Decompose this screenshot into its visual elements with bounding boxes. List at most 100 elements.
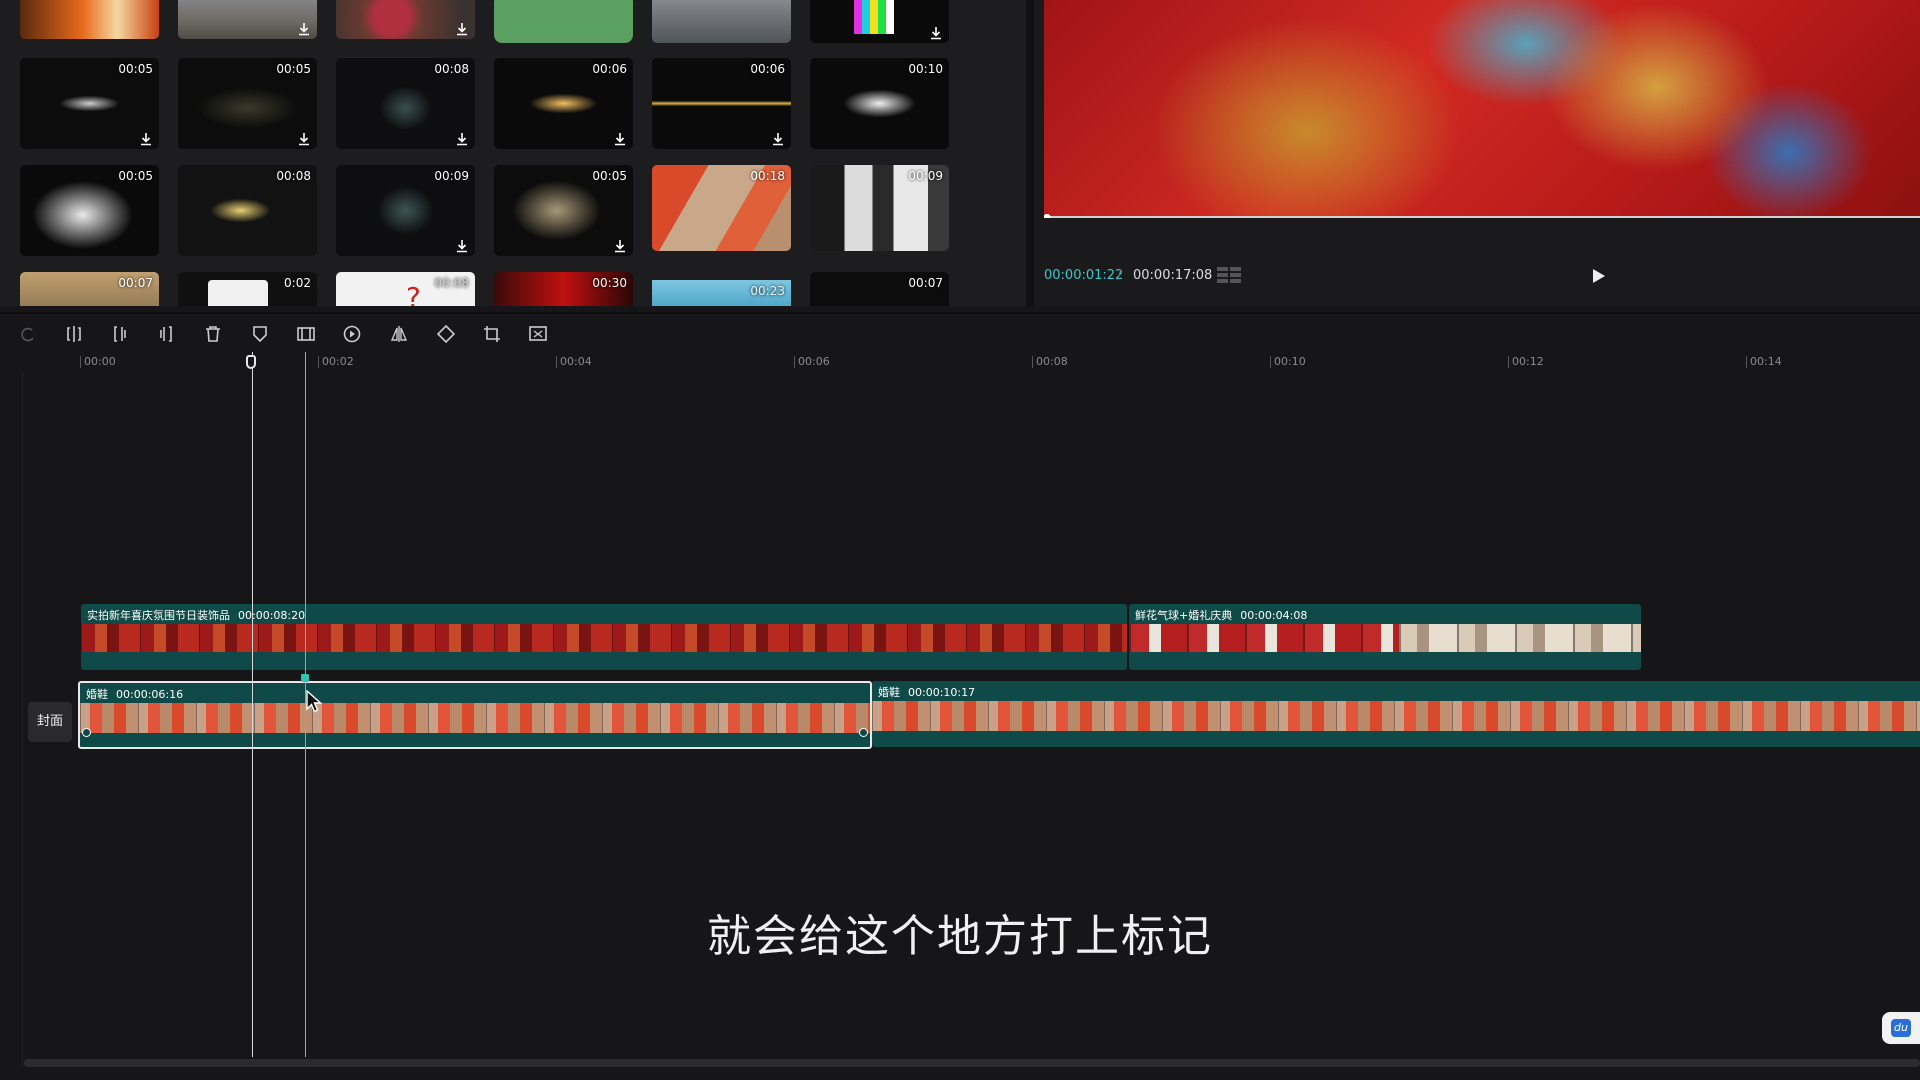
clip-thumbnail-strip [81,624,1127,652]
ruler-tick: 00:10 [1270,356,1306,368]
clip-label: 婚鞋 00:00:06:16 [86,686,183,702]
library-thumb[interactable]: 00:09 [336,165,475,256]
rotate-icon[interactable] [436,324,456,344]
library-thumb[interactable]: 00:07 [20,272,159,306]
mirror-icon[interactable] [389,324,409,344]
clip-duration: 00:06 [750,62,785,76]
library-thumb[interactable]: 0:02 [178,272,317,306]
library-thumb[interactable] [810,0,949,43]
clip-duration: 00:30 [592,276,627,290]
library-thumb[interactable]: 00:23 [652,280,791,306]
panel-divider[interactable] [1026,0,1034,306]
clip-duration: 00:18 [750,169,785,183]
total-time: 00:00:17:08 [1133,268,1213,283]
delete-icon[interactable] [203,324,223,344]
timeline-tracks[interactable]: 实拍新年喜庆氛围节日装饰品 00:00:08:20 鲜花气球+婚礼庆典 00:00:… [0,352,1920,1067]
clip-duration: 00:00:04:08 [1240,609,1308,622]
trim-right-icon[interactable] [156,324,176,344]
library-thumb[interactable]: 00:06 [494,58,633,149]
preview-scrubber-handle[interactable] [1044,214,1051,218]
cover-button[interactable]: 封面 [28,702,72,742]
library-thumb[interactable]: 00:09 [810,165,949,251]
library-thumb[interactable]: 00:07 [810,272,949,306]
library-thumb[interactable]: 00:10 [810,58,949,149]
download-icon[interactable] [455,132,469,146]
clip-duration: 00:06 [592,62,627,76]
clip-duration: 00:05 [592,169,627,183]
download-icon[interactable] [613,132,627,146]
preview-scrubber[interactable] [1044,216,1920,218]
grid-icon[interactable] [1216,266,1242,288]
download-icon[interactable] [297,132,311,146]
ruler-tick: 00:06 [794,356,830,368]
library-thumb[interactable]: 00:30 [494,272,633,306]
clip-duration: 00:08 [434,276,469,290]
clip-duration: 00:08 [276,169,311,183]
library-thumb[interactable]: 00:08 [336,58,475,149]
clip-duration: 00:00:08:20 [238,609,306,622]
preview-video[interactable] [1044,0,1920,218]
clip-duration: 00:08 [434,62,469,76]
playhead-handle[interactable] [246,355,256,369]
library-thumb[interactable]: 00:06 [652,58,791,149]
undo-icon[interactable] [18,324,38,344]
clip-title: 鲜花气球+婚礼庆典 [1135,609,1233,622]
clip-trim-handle-left[interactable] [82,728,91,737]
clip-duration: 00:09 [434,169,469,183]
remove-bg-icon[interactable] [528,324,548,344]
library-thumb[interactable] [336,0,475,39]
reverse-icon[interactable] [342,324,362,344]
play-button[interactable] [1592,268,1606,288]
library-thumb[interactable] [494,0,633,43]
clip-upper-1[interactable]: 实拍新年喜庆氛围节日装饰品 00:00:08:20 [81,604,1127,670]
split-icon[interactable] [64,324,84,344]
library-thumb[interactable] [20,0,159,39]
clip-label: 实拍新年喜庆氛围节日装饰品 00:00:08:20 [87,607,305,623]
download-icon[interactable] [455,22,469,36]
preview-panel [1034,0,1920,306]
download-icon[interactable] [613,239,627,253]
library-thumb[interactable] [652,0,791,43]
clip-duration: 00:05 [118,62,153,76]
clip-duration: 00:07 [908,276,943,290]
clip-thumbnail-strip [872,701,1920,731]
crop-icon[interactable] [482,324,502,344]
download-icon[interactable] [455,239,469,253]
library-thumb[interactable]: 00:05 [20,165,159,256]
download-icon[interactable] [771,132,785,146]
download-icon[interactable] [139,132,153,146]
clip-title: 婚鞋 [86,688,108,701]
marker-icon[interactable] [250,324,270,344]
floating-badge[interactable]: du [1882,1012,1920,1044]
clip-duration: 00:00:10:17 [908,686,976,699]
library-thumb[interactable]: 00:05 [494,165,633,256]
freeze-icon[interactable] [296,324,316,344]
clip-duration: 00:00:06:16 [116,688,184,701]
download-icon[interactable] [297,22,311,36]
play-icon [1593,269,1605,283]
library-thumb[interactable]: 00:08 [178,165,317,256]
timeline-ruler[interactable]: 00:00 00:02 00:04 00:06 00:08 00:10 00:1… [0,352,1920,373]
library-thumb[interactable] [178,0,317,39]
download-icon[interactable] [929,26,943,40]
clip-upper-2[interactable]: 鲜花气球+婚礼庆典 00:00:04:08 [1129,604,1641,670]
marker-point[interactable] [301,674,309,682]
library-thumb[interactable]: 00:18 [652,165,791,251]
timeline-scrollbar[interactable] [24,1059,1920,1067]
ruler-tick: 00:04 [556,356,592,368]
clip-main-2[interactable]: 婚鞋 00:00:10:17 [872,681,1920,747]
clip-trim-handle-right[interactable] [859,728,868,737]
clip-duration: 00:05 [118,169,153,183]
media-library: 00:05 00:05 00:08 00:06 00:06 00:10 00:0… [0,0,1026,306]
clip-duration: 00:10 [908,62,943,76]
library-thumb[interactable]: 00:05 [20,58,159,149]
ruler-tick: 00:02 [318,356,354,368]
mouse-cursor-icon [306,689,323,718]
clip-thumbnail-strip-party [1399,624,1641,652]
clip-main-1[interactable]: 婚鞋 00:00:06:16 [78,681,872,749]
trim-left-icon[interactable] [110,324,130,344]
ruler-tick: 00:12 [1508,356,1544,368]
library-thumb[interactable]: 00:05 [178,58,317,149]
clip-thumbnail-strip-flowers [1129,624,1399,652]
library-thumb[interactable]: ? 00:08 [336,272,475,306]
